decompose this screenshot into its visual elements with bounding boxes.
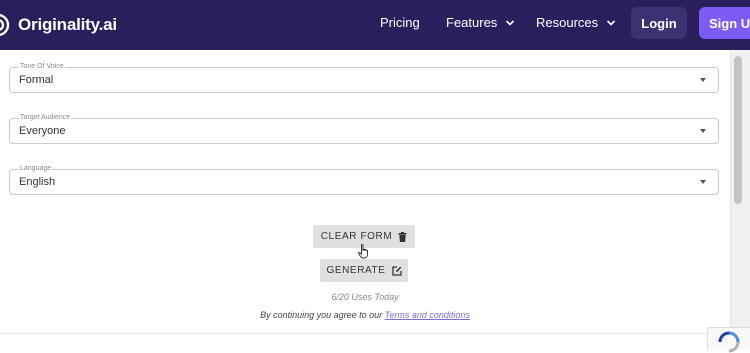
- target-audience-value: Everyone: [19, 125, 66, 137]
- hand-pointer-icon: [358, 244, 368, 259]
- brand-name: Originality.ai: [18, 15, 117, 34]
- language-select[interactable]: English: [9, 169, 719, 195]
- trash-icon: [398, 231, 407, 242]
- terms-notice: By continuing you agree to our Terms and…: [0, 310, 730, 320]
- caret-down-icon: [700, 129, 706, 133]
- top-navigation-bar: Originality.ai Pricing Features Resource…: [0, 0, 750, 50]
- language-label: Language: [19, 165, 53, 172]
- clear-form-label: CLEAR FORM: [320, 231, 393, 242]
- nav-pricing[interactable]: Pricing: [380, 15, 420, 30]
- login-button[interactable]: Login: [631, 7, 687, 39]
- nav-features-label: Features: [446, 15, 498, 30]
- recaptcha-badge[interactable]: [707, 327, 750, 353]
- scrollbar-thumb[interactable]: [734, 56, 742, 204]
- nav-resources[interactable]: Resources: [536, 15, 616, 30]
- target-audience-label: Target Audience: [19, 114, 72, 121]
- tone-of-voice-select[interactable]: Formal: [9, 67, 719, 93]
- tone-of-voice-value: Formal: [19, 74, 54, 86]
- terms-and-conditions-link[interactable]: Terms and conditions: [385, 310, 470, 320]
- generate-label: GENERATE: [326, 265, 386, 276]
- signup-label: Sign Up: [709, 15, 750, 31]
- nav-resources-label: Resources: [536, 15, 599, 30]
- login-label: Login: [641, 15, 677, 31]
- nav-pricing-label: Pricing: [380, 15, 420, 30]
- tone-of-voice-label: Tone Of Voice: [19, 63, 65, 70]
- chevron-down-icon: [506, 19, 515, 26]
- logo-icon: [0, 14, 10, 36]
- caret-down-icon: [700, 78, 706, 82]
- generate-button[interactable]: GENERATE: [320, 259, 408, 282]
- edit-icon: [391, 265, 402, 276]
- target-audience-select[interactable]: Everyone: [9, 118, 719, 144]
- signup-button[interactable]: Sign Up: [699, 7, 750, 39]
- brand-logo[interactable]: Originality.ai: [0, 8, 117, 42]
- caret-down-icon: [700, 180, 706, 184]
- uses-today-counter: 6/20 Uses Today: [331, 292, 399, 302]
- chevron-down-icon: [607, 19, 616, 26]
- terms-notice-text: By continuing you agree to our: [260, 310, 385, 320]
- divider: [0, 333, 730, 334]
- nav-features[interactable]: Features: [446, 15, 515, 30]
- language-value: English: [19, 176, 56, 188]
